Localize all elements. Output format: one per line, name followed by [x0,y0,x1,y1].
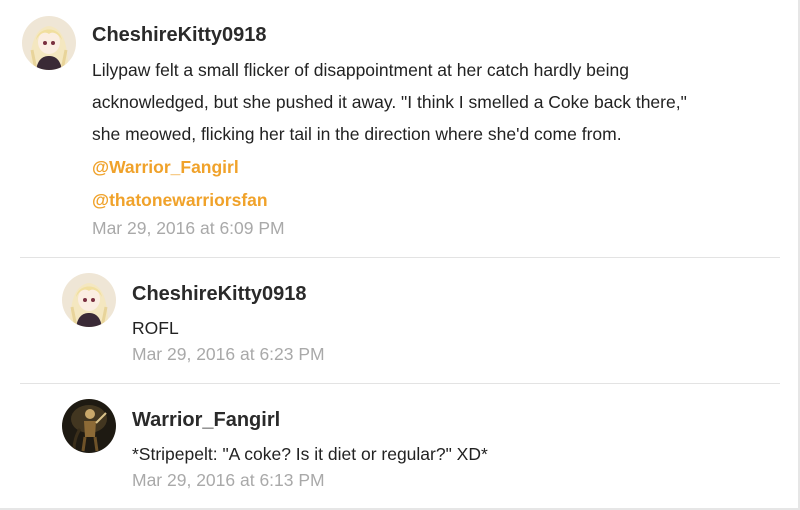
comment-author[interactable]: CheshireKitty0918 [92,24,267,47]
comment-text-line: acknowledged, but she pushed it away. "I… [92,92,687,112]
warrior-figure-avatar-icon[interactable] [62,399,116,453]
anime-girl-avatar-icon[interactable] [62,273,116,327]
divider [20,383,780,384]
comment-text-line: ROFL [132,318,179,338]
divider [20,257,780,258]
mention-link[interactable]: @thatonewarriorsfan [92,190,268,211]
comment-author[interactable]: Warrior_Fangirl [132,409,280,432]
comment-timestamp: Mar 29, 2016 at 6:13 PM [132,470,325,490]
comment-text-line: *Stripepelt: "A coke? Is it diet or regu… [132,444,488,464]
comment-timestamp: Mar 29, 2016 at 6:23 PM [132,344,325,364]
comment-text-line: Lilypaw felt a small flicker of disappoi… [92,60,629,80]
mention-link[interactable]: @Warrior_Fangirl [92,157,239,178]
comment-thread: CheshireKitty0918 Lilypaw felt a small f… [0,0,800,510]
comment-text-line: she meowed, flicking her tail in the dir… [92,124,622,144]
anime-girl-avatar-icon[interactable] [22,16,76,70]
comment-author[interactable]: CheshireKitty0918 [132,283,307,306]
comment-timestamp: Mar 29, 2016 at 6:09 PM [92,218,285,238]
